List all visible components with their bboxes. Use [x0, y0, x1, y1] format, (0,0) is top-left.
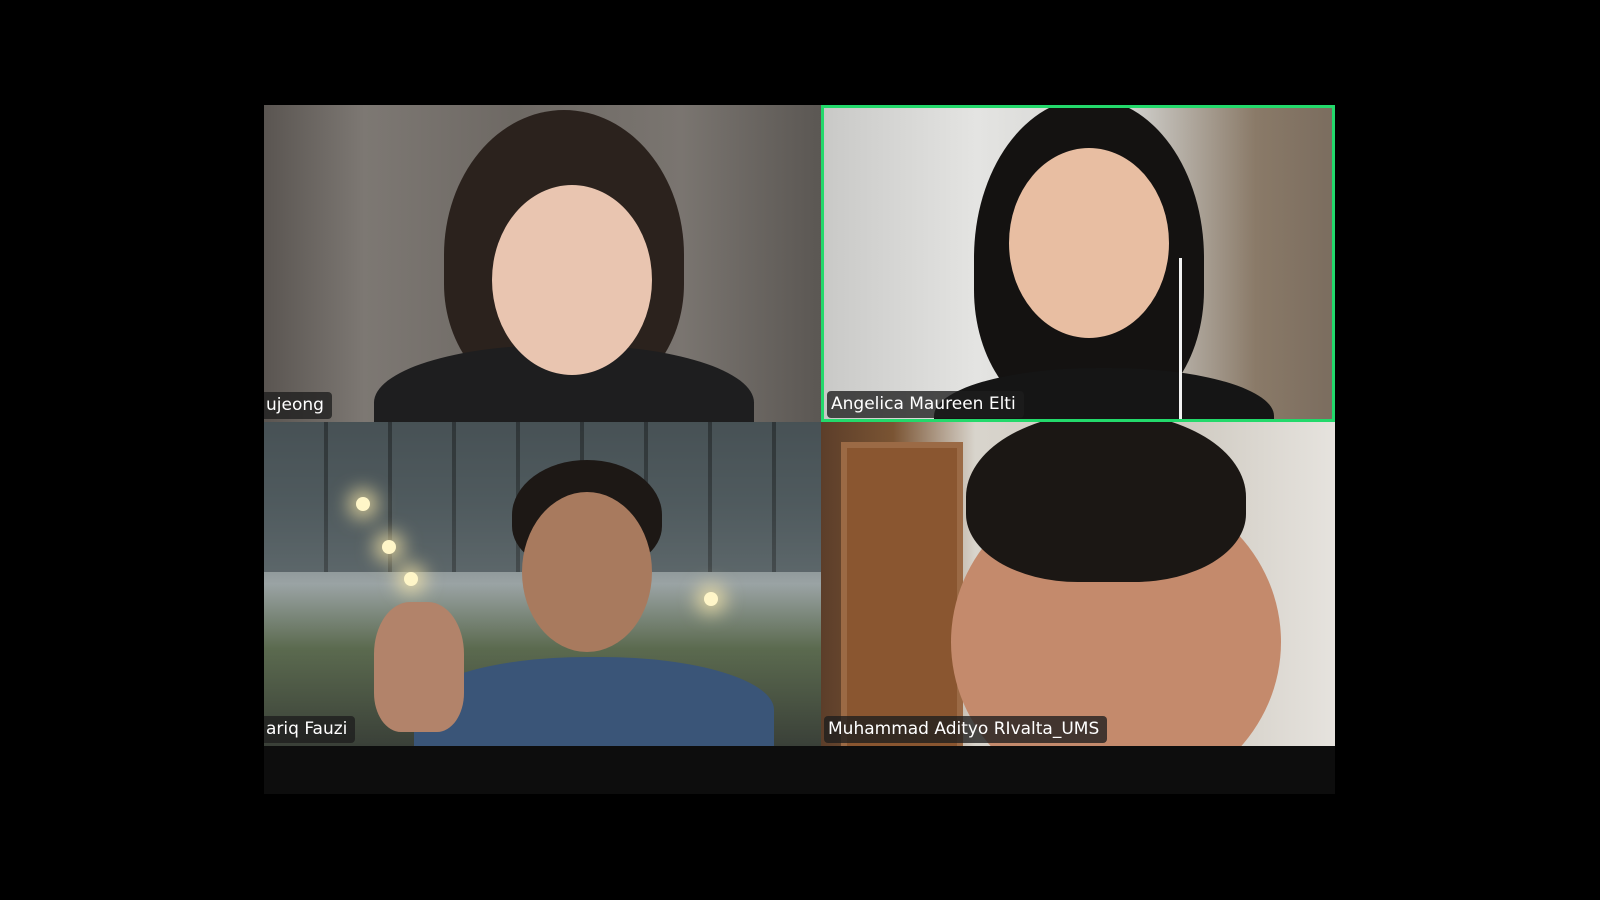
gallery-view: ujeong Angelica Maureen Elti ariq Fauzi …	[264, 105, 1335, 794]
participant-name-label: Angelica Maureen Elti	[827, 391, 1024, 418]
participant-name-label: ariq Fauzi	[264, 716, 356, 743]
background-door	[841, 442, 963, 746]
gallery-footer-bar	[264, 746, 1335, 794]
peace-sign-hand	[374, 602, 464, 732]
earphone-cable	[1179, 258, 1182, 419]
participant-video-tile[interactable]: ariq Fauzi	[264, 422, 821, 746]
background-light	[382, 540, 396, 554]
background-light	[404, 572, 418, 586]
participant-video-tile[interactable]: Muhammad Adityo RIvalta_UMS	[821, 422, 1335, 746]
background-light	[356, 497, 370, 511]
participant-name-label: ujeong	[264, 392, 332, 419]
background-light	[704, 592, 718, 606]
participant-name-label: Muhammad Adityo RIvalta_UMS	[824, 716, 1108, 743]
meeting-window: ujeong Angelica Maureen Elti ariq Fauzi …	[0, 0, 1600, 900]
participant-video-tile[interactable]: ujeong	[264, 105, 821, 422]
participant-video-tile-active-speaker[interactable]: Angelica Maureen Elti	[821, 105, 1335, 422]
